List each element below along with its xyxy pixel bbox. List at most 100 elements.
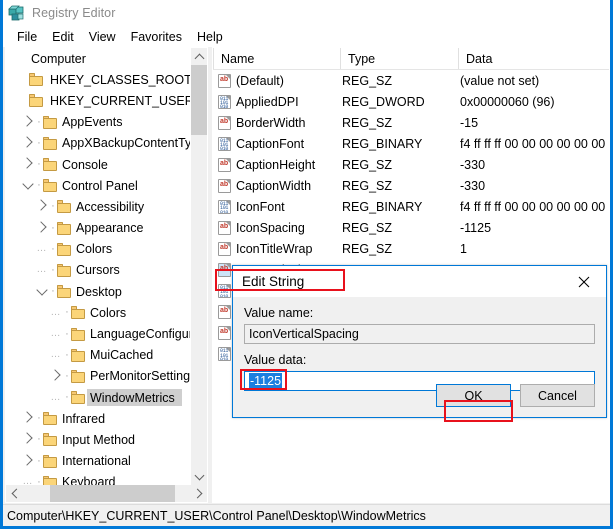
scroll-up-button[interactable] [191,48,207,65]
tree-indent-spacer: … [50,391,61,403]
dialog-title: Edit String [242,274,305,289]
tree-scroll-thumb[interactable] [191,65,207,135]
chevron-right-icon[interactable] [34,199,49,212]
tree-item-control-panel[interactable]: · Control Panel [6,175,190,196]
window-title: Registry Editor [32,6,116,20]
cell-data: -330 [460,178,486,193]
cell-data: -1125 [460,220,492,235]
scroll-down-button[interactable] [191,468,207,485]
tree-indent-spacer: … [50,328,61,340]
tree-item-label: Infrared [62,411,106,426]
chevron-right-icon[interactable] [20,411,35,424]
tree-item-cursors[interactable]: … · Cursors [6,260,190,281]
menu-view[interactable]: View [82,29,124,45]
folder-icon [71,369,86,383]
tree-item-label: Colors [90,305,127,320]
table-row[interactable]: ab CaptionWidth REG_SZ -330 [213,175,609,196]
chevron-down-icon[interactable] [20,178,35,191]
table-row[interactable]: 011 101 010 AppliedDPI REG_DWORD 0x00000060 (… [213,91,609,112]
tree-item-label: AppXBackupContentType [62,136,190,151]
tree-item-appxbackupcontenttype[interactable]: · AppXBackupContentType [6,133,190,154]
edit-string-dialog: Edit String Value name: IconVerticalSpac… [232,265,607,418]
tree-item-computer[interactable]: Computer [6,48,190,69]
string-value-icon: ab [218,220,231,235]
chevron-right-icon[interactable] [20,432,35,445]
column-header-type[interactable]: Type [340,48,458,69]
tree-vertical-scrollbar[interactable] [190,48,207,485]
cell-type: REG_SZ [342,73,393,88]
table-row[interactable]: 011 101 010 CaptionFont REG_BINARY f4 ff ff f… [213,133,609,154]
value-name: IconFont [236,199,285,214]
table-row[interactable]: ab BorderWidth REG_SZ -15 [213,112,609,133]
tree-connector: · [65,306,69,319]
tree-item-hkey-current-user[interactable]: HKEY_CURRENT_USER [6,90,190,111]
folder-icon [43,433,58,447]
tree-item-colors[interactable]: … · Colors [6,302,190,323]
cell-name: ab BorderWidth [213,115,340,130]
table-row[interactable]: ab (Default) REG_SZ (value not set) [213,70,609,91]
tree-horizontal-scrollbar[interactable] [6,485,207,502]
menu-favorites[interactable]: Favorites [124,29,190,45]
tree-indent-spacer: … [22,476,33,485]
menu-edit[interactable]: Edit [45,29,82,45]
tree-connector: · [51,242,55,255]
value-data-label: Value data: [244,353,307,367]
cell-name: ab IconTitleWrap [213,241,340,256]
tree-item-label: HKEY_CLASSES_ROOT [50,72,190,87]
tree-item-colors[interactable]: … · Colors [6,239,190,260]
tree-item-label: PerMonitorSettings [90,369,190,384]
scroll-right-button[interactable] [190,485,207,502]
tree-item-label: Control Panel [62,178,138,193]
tree-item-input-method[interactable]: · Input Method [6,429,190,450]
table-row[interactable]: ab IconTitleWrap REG_SZ 1 [213,238,609,259]
chevron-right-icon[interactable] [20,157,35,170]
menu-file[interactable]: File [10,29,45,45]
ok-button[interactable]: OK [436,384,511,407]
column-header-data[interactable]: Data [458,48,609,69]
tree-item-label: MuiCached [90,348,154,363]
cell-type: REG_DWORD [342,94,425,109]
cancel-button[interactable]: Cancel [520,384,595,407]
chevron-right-icon[interactable] [20,136,35,149]
tree-item-appevents[interactable]: · AppEvents [6,112,190,133]
value-name: CaptionHeight [236,157,316,172]
table-row[interactable]: 011 101 010 IconFont REG_BINARY f4 ff ff ff 0… [213,196,609,217]
tree-item-permonitorsettings[interactable]: · PerMonitorSettings [6,366,190,387]
tree-item-windowmetrics[interactable]: … · WindowMetrics [6,387,190,408]
chevron-right-icon[interactable] [48,369,63,382]
tree-scroll-area: Computer HKEY_CLASSES_ROOT HKEY_CURRENT_US… [6,48,190,485]
chevron-right-icon [192,488,202,499]
binary-value-icon: 011 101 010 [218,136,231,151]
tree-hscroll-thumb[interactable] [50,485,175,502]
chevron-right-icon[interactable] [34,220,49,234]
table-row[interactable]: ab IconSpacing REG_SZ -1125 [213,217,609,238]
tree-item-accessibility[interactable]: · Accessibility [6,196,190,217]
scroll-left-button[interactable] [6,485,23,502]
tree-item-console[interactable]: · Console [6,154,190,175]
chevron-right-icon[interactable] [20,453,35,467]
tree-indent-spacer: … [50,349,61,361]
cell-name: ab (Default) [213,73,340,88]
binary-value-icon: 011 101 010 [218,283,231,298]
tree-item-keyboard[interactable]: … · Keyboard [6,472,190,485]
chevron-right-icon[interactable] [20,114,35,128]
chevron-down-icon[interactable] [34,283,49,297]
menu-help[interactable]: Help [190,29,231,45]
table-row[interactable]: ab CaptionHeight REG_SZ -330 [213,154,609,175]
tree-item-appearance[interactable]: · Appearance [6,218,190,239]
tree-item-desktop[interactable]: · Desktop [6,281,190,302]
tree-connector: · [37,433,41,446]
tree-item-muicached[interactable]: … · MuiCached [6,345,190,366]
cell-name: ab CaptionWidth [213,178,340,193]
folder-icon [57,221,72,235]
tree-item-infrared[interactable]: · Infrared [6,408,190,429]
value-name-input[interactable]: IconVerticalSpacing [244,324,595,344]
tree-item-languageconfiguratio[interactable]: … · LanguageConfiguratio [6,323,191,344]
tree-connector: · [37,115,41,128]
close-icon[interactable] [562,266,606,297]
tree-item-international[interactable]: · International [6,451,190,472]
tree-item-label: International [62,454,131,469]
tree-item-hkey-classes-root[interactable]: HKEY_CLASSES_ROOT [6,69,190,90]
tree-item-label: Console [62,157,108,172]
column-header-name[interactable]: Name [213,48,340,69]
